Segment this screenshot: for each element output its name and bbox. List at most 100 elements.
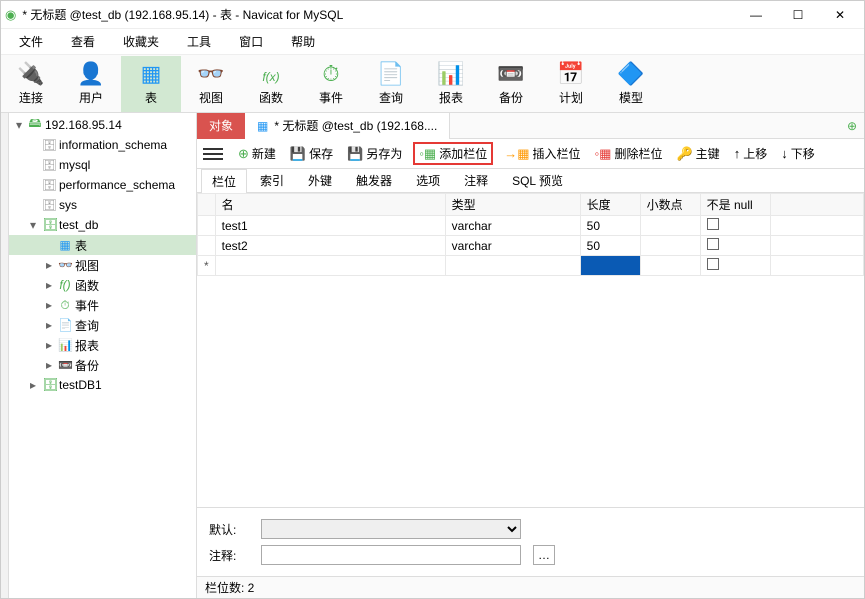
- chevron-right-icon[interactable]: ▸: [43, 278, 55, 292]
- new-tab-button[interactable]: ⊕: [840, 119, 864, 133]
- tree-views[interactable]: ▸👓 视图: [9, 255, 196, 275]
- tree-db-perf-schema[interactable]: 🗄 performance_schema: [9, 175, 196, 195]
- cell-notnull[interactable]: [700, 216, 770, 236]
- btn-label: 上移: [743, 145, 767, 162]
- cell-type[interactable]: [445, 256, 580, 276]
- checkbox-icon[interactable]: [707, 238, 719, 250]
- tab-triggers[interactable]: 触发器: [345, 168, 403, 192]
- cell-notnull[interactable]: [700, 236, 770, 256]
- col-length-header[interactable]: 长度: [580, 194, 640, 216]
- schedule-icon: 📅: [557, 61, 584, 87]
- toolbar-schedule[interactable]: 📅 计划: [541, 56, 601, 112]
- table-row[interactable]: test2 varchar 50: [198, 236, 864, 256]
- cell-decimals[interactable]: [640, 256, 700, 276]
- minimize-button[interactable]: —: [736, 3, 776, 27]
- cell-decimals[interactable]: [640, 236, 700, 256]
- toolbar-view[interactable]: 👓 视图: [181, 56, 241, 112]
- toolbar-connection[interactable]: 🔌 连接: [1, 56, 61, 112]
- tree-db-mysql[interactable]: 🗄 mysql: [9, 155, 196, 175]
- tree-db-test-db[interactable]: ▾ 🗄 test_db: [9, 215, 196, 235]
- cell-type[interactable]: varchar: [445, 236, 580, 256]
- cell-decimals[interactable]: [640, 216, 700, 236]
- menu-help[interactable]: 帮助: [281, 31, 325, 52]
- save-button[interactable]: 💾保存: [285, 143, 338, 164]
- comment-input[interactable]: [261, 545, 521, 565]
- tree-connection[interactable]: ▾ 🖴 192.168.95.14: [9, 115, 196, 135]
- insert-field-button[interactable]: →▦插入栏位: [499, 143, 585, 164]
- connection-tree: ▾ 🖴 192.168.95.14 🗄 information_schema 🗄…: [9, 113, 196, 397]
- tree-tables[interactable]: ▦ 表: [9, 235, 196, 255]
- toolbar-label: 报表: [439, 89, 463, 106]
- move-down-button[interactable]: ↓下移: [776, 143, 820, 164]
- tree-db-testdb1[interactable]: ▸ 🗄 testDB1: [9, 375, 196, 395]
- tab-indexes[interactable]: 索引: [249, 168, 295, 192]
- query-icon: 📄: [58, 318, 72, 332]
- toolbar-table[interactable]: ▦ 表: [121, 56, 181, 112]
- tab-table-editor[interactable]: ▦ * 无标题 @test_db (192.168....: [245, 113, 450, 139]
- cell-length[interactable]: [580, 256, 640, 276]
- tree-reports[interactable]: ▸📊 报表: [9, 335, 196, 355]
- chevron-right-icon[interactable]: ▸: [27, 378, 39, 392]
- chevron-down-icon[interactable]: ▾: [27, 218, 39, 232]
- col-type-header[interactable]: 类型: [445, 194, 580, 216]
- toolbar-user[interactable]: 👤 用户: [61, 56, 121, 112]
- tree-db-info-schema[interactable]: 🗄 information_schema: [9, 135, 196, 155]
- menu-file[interactable]: 文件: [9, 31, 53, 52]
- maximize-button[interactable]: ☐: [778, 3, 818, 27]
- toolbar-event[interactable]: ⏱ 事件: [301, 56, 361, 112]
- menu-window[interactable]: 窗口: [229, 31, 273, 52]
- report-icon: 📊: [58, 338, 72, 352]
- chevron-down-icon[interactable]: ▾: [13, 118, 25, 132]
- tab-fields[interactable]: 栏位: [201, 169, 247, 193]
- toolbar-function[interactable]: f(x) 函数: [241, 56, 301, 112]
- tree-queries[interactable]: ▸📄 查询: [9, 315, 196, 335]
- move-up-button[interactable]: ↑上移: [729, 143, 773, 164]
- save-as-button[interactable]: 💾另存为: [342, 143, 407, 164]
- sidebar: ▾ 🖴 192.168.95.14 🗄 information_schema 🗄…: [9, 113, 197, 598]
- menu-view[interactable]: 查看: [61, 31, 105, 52]
- chevron-right-icon[interactable]: ▸: [43, 318, 55, 332]
- chevron-right-icon[interactable]: ▸: [43, 258, 55, 272]
- tree-db-sys[interactable]: 🗄 sys: [9, 195, 196, 215]
- chevron-right-icon[interactable]: ▸: [43, 298, 55, 312]
- new-button[interactable]: ⊕新建: [233, 143, 281, 164]
- col-name-header[interactable]: 名: [215, 194, 445, 216]
- close-button[interactable]: ✕: [820, 3, 860, 27]
- cell-length[interactable]: 50: [580, 216, 640, 236]
- tab-comment[interactable]: 注释: [453, 168, 499, 192]
- checkbox-icon[interactable]: [707, 258, 719, 270]
- cell-length[interactable]: 50: [580, 236, 640, 256]
- col-notnull-header[interactable]: 不是 null: [700, 194, 770, 216]
- add-field-button[interactable]: ◦▦添加栏位: [413, 142, 493, 165]
- backup-icon: 📼: [497, 61, 524, 87]
- cell-name[interactable]: [215, 256, 445, 276]
- checkbox-icon[interactable]: [707, 218, 719, 230]
- menu-favorites[interactable]: 收藏夹: [113, 31, 169, 52]
- toolbar-query[interactable]: 📄 查询: [361, 56, 421, 112]
- col-decimals-header[interactable]: 小数点: [640, 194, 700, 216]
- cell-type[interactable]: varchar: [445, 216, 580, 236]
- tab-sql-preview[interactable]: SQL 预览: [501, 168, 574, 192]
- table-row[interactable]: test1 varchar 50: [198, 216, 864, 236]
- tree-backups[interactable]: ▸📼 备份: [9, 355, 196, 375]
- toolbar-backup[interactable]: 📼 备份: [481, 56, 541, 112]
- cell-name[interactable]: test1: [215, 216, 445, 236]
- primary-key-button[interactable]: 🔑主键: [671, 143, 724, 164]
- toolbar-report[interactable]: 📊 报表: [421, 56, 481, 112]
- menu-tools[interactable]: 工具: [177, 31, 221, 52]
- tab-options[interactable]: 选项: [405, 168, 451, 192]
- chevron-right-icon[interactable]: ▸: [43, 358, 55, 372]
- table-row[interactable]: *: [198, 256, 864, 276]
- comment-more-button[interactable]: …: [533, 545, 555, 565]
- chevron-right-icon[interactable]: ▸: [43, 338, 55, 352]
- tab-foreign-keys[interactable]: 外键: [297, 168, 343, 192]
- tree-events[interactable]: ▸⏱ 事件: [9, 295, 196, 315]
- toolbar-model[interactable]: 🔷 模型: [601, 56, 661, 112]
- delete-field-button[interactable]: ◦▦删除栏位: [590, 143, 668, 164]
- tree-functions[interactable]: ▸f() 函数: [9, 275, 196, 295]
- default-select[interactable]: [261, 519, 521, 539]
- cell-name[interactable]: test2: [215, 236, 445, 256]
- tab-objects[interactable]: 对象: [197, 113, 245, 139]
- cell-notnull[interactable]: [700, 256, 770, 276]
- menu-toggle-button[interactable]: [203, 144, 223, 164]
